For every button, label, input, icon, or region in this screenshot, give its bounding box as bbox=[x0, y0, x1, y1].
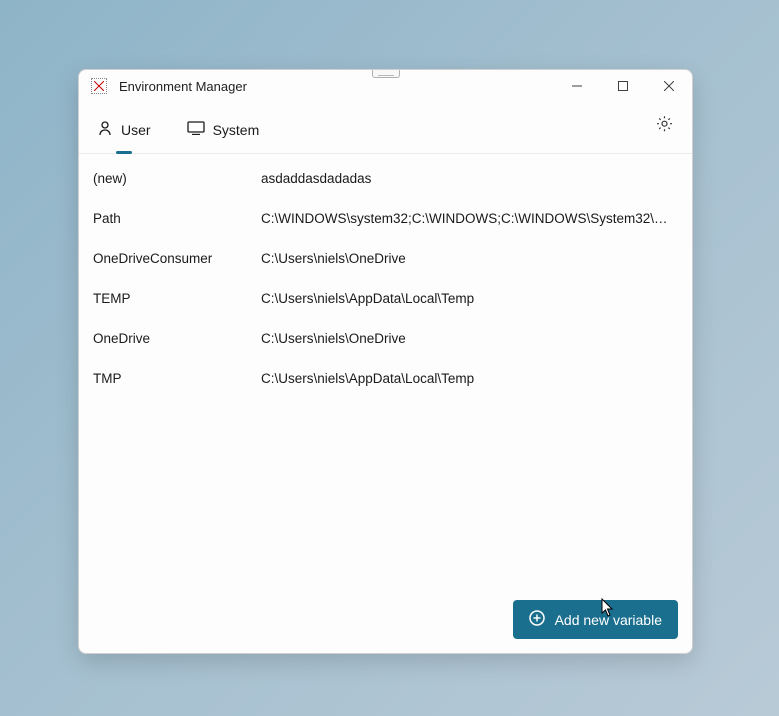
variable-name: Path bbox=[93, 211, 261, 226]
variable-value: C:\Users\niels\OneDrive bbox=[261, 331, 678, 346]
variable-list: (new)asdaddasdadadasPathC:\WINDOWS\syste… bbox=[79, 154, 692, 588]
variable-name: TEMP bbox=[93, 291, 261, 306]
maximize-button[interactable] bbox=[600, 70, 646, 102]
add-variable-button[interactable]: Add new variable bbox=[513, 600, 678, 639]
variable-value: C:\WINDOWS\system32;C:\WINDOWS;C:\WINDOW… bbox=[261, 211, 678, 226]
titlebar: Environment Manager bbox=[79, 70, 692, 102]
user-icon bbox=[97, 120, 113, 139]
settings-button[interactable] bbox=[650, 111, 678, 139]
variable-row[interactable]: PathC:\WINDOWS\system32;C:\WINDOWS;C:\WI… bbox=[79, 198, 692, 238]
variable-name: OneDriveConsumer bbox=[93, 251, 261, 266]
variable-row[interactable]: OneDriveC:\Users\niels\OneDrive bbox=[79, 318, 692, 358]
app-icon bbox=[91, 78, 107, 94]
variable-name: TMP bbox=[93, 371, 261, 386]
variable-value: C:\Users\niels\OneDrive bbox=[261, 251, 678, 266]
system-icon bbox=[187, 121, 205, 138]
variable-row[interactable]: TEMPC:\Users\niels\AppData\Local\Temp bbox=[79, 278, 692, 318]
add-variable-label: Add new variable bbox=[555, 612, 662, 628]
variable-value: C:\Users\niels\AppData\Local\Temp bbox=[261, 371, 678, 386]
variable-name: OneDrive bbox=[93, 331, 261, 346]
tab-system-label: System bbox=[213, 122, 260, 138]
variable-row[interactable]: OneDriveConsumerC:\Users\niels\OneDrive bbox=[79, 238, 692, 278]
plus-circle-icon bbox=[529, 610, 545, 629]
variable-value: asdaddasdadadas bbox=[261, 171, 678, 186]
tab-user-label: User bbox=[121, 122, 151, 138]
window-controls bbox=[554, 70, 692, 102]
variable-name: (new) bbox=[93, 171, 261, 186]
variable-row[interactable]: (new)asdaddasdadadas bbox=[79, 158, 692, 198]
tab-user[interactable]: User bbox=[93, 112, 155, 153]
footer: Add new variable bbox=[79, 588, 692, 653]
close-button[interactable] bbox=[646, 70, 692, 102]
tab-system[interactable]: System bbox=[183, 113, 264, 152]
tab-bar: User System bbox=[79, 102, 692, 154]
app-window: Environment Manager User System bbox=[78, 69, 693, 654]
minimize-button[interactable] bbox=[554, 70, 600, 102]
gear-icon bbox=[656, 115, 673, 135]
variable-row[interactable]: TMPC:\Users\niels\AppData\Local\Temp bbox=[79, 358, 692, 398]
window-title: Environment Manager bbox=[119, 79, 247, 94]
variable-value: C:\Users\niels\AppData\Local\Temp bbox=[261, 291, 678, 306]
